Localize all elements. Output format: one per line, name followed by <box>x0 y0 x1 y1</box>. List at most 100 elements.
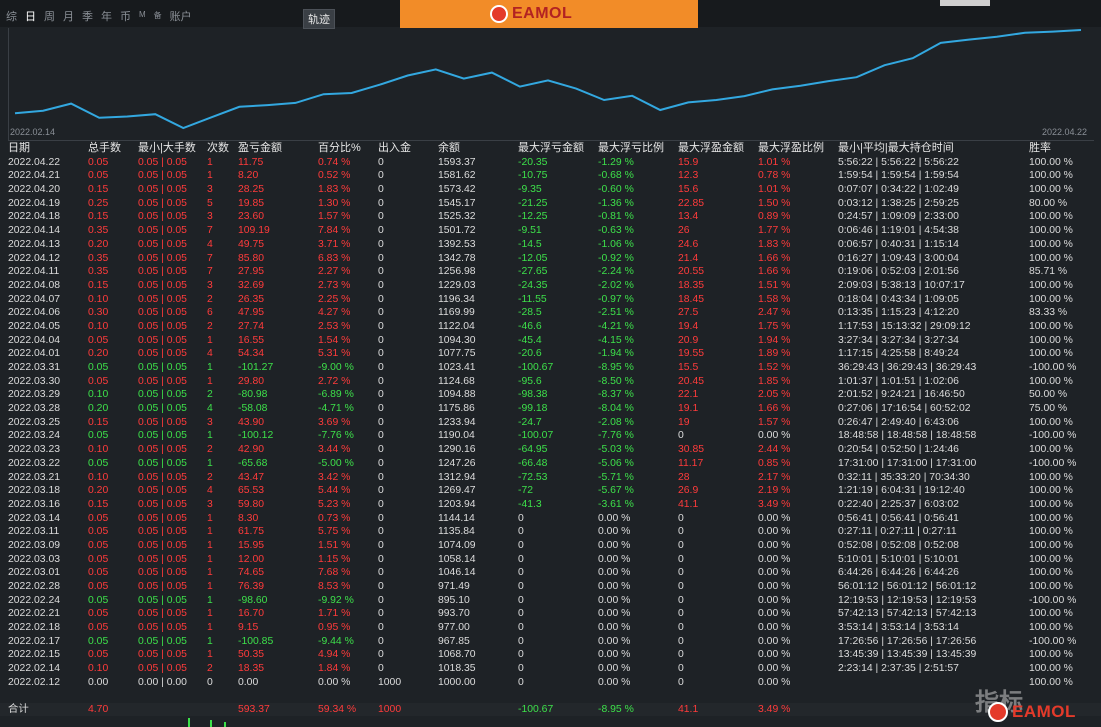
column-header-date[interactable]: 日期 <box>8 142 30 156</box>
table-row[interactable]: 2022.02.14 0.10 0.05 | 0.05 2 18.35 1.84 % 0 10… <box>0 662 1101 676</box>
cell-max-float-gain: 0 <box>678 635 684 647</box>
column-header-max-float-loss-pct[interactable]: 最大浮亏比例 <box>598 142 664 156</box>
period-tab[interactable]: 年 <box>101 8 112 24</box>
cell-max-float-gain-pct: 2.44 % <box>758 444 791 456</box>
cell-pnl: 76.39 <box>238 581 265 592</box>
table-row[interactable]: 2022.04.20 0.15 0.05 | 0.05 3 28.25 1.83 % 0 15… <box>0 183 1101 197</box>
column-header-min-max-lots[interactable]: 最小|大手数 <box>138 142 196 156</box>
table-row[interactable]: 2022.04.06 0.30 0.05 | 0.05 6 47.95 4.27 % 0 11… <box>0 306 1101 320</box>
column-header-max-float-loss[interactable]: 最大浮亏金额 <box>518 142 584 156</box>
period-tab[interactable]: 日 <box>25 8 36 24</box>
table-row[interactable]: 2022.03.23 0.10 0.05 | 0.05 2 42.90 3.44 % 0 12… <box>0 443 1101 457</box>
cell-max-float-gain: 0 <box>678 649 684 661</box>
table-row[interactable]: 2022.04.18 0.15 0.05 | 0.05 3 23.60 1.57 % 0 15… <box>0 210 1101 224</box>
cell-max-float-gain: 18.45 <box>678 293 705 305</box>
table-row[interactable]: 2022.02.17 0.05 0.05 | 0.05 1 -100.85 -9.44 %… <box>0 635 1101 649</box>
column-header-pnl[interactable]: 盈亏金额 <box>238 142 282 156</box>
column-header-balance[interactable]: 余额 <box>438 142 460 156</box>
table-row[interactable]: 2022.04.13 0.20 0.05 | 0.05 4 49.75 3.71 % 0 13… <box>0 238 1101 252</box>
table-row[interactable]: 2022.03.18 0.20 0.05 | 0.05 4 65.53 5.44 % 0 12… <box>0 484 1101 498</box>
cell-max-float-loss: 0 <box>518 539 524 551</box>
cell-percent: 2.27 % <box>318 266 351 278</box>
cell-trade-count: 2 <box>207 389 213 401</box>
cell-pnl: 28.25 <box>238 184 265 196</box>
column-header-win-rate[interactable]: 胜率 <box>1029 142 1051 156</box>
cell-trade-count: 4 <box>207 485 213 497</box>
cell-balance: 1058.14 <box>438 553 476 565</box>
cell-pnl: 12.00 <box>238 553 265 565</box>
track-button[interactable]: 轨迹 <box>303 9 335 29</box>
cell-max-float-gain: 22.85 <box>678 197 705 209</box>
table-row[interactable]: 2022.04.11 0.35 0.05 | 0.05 7 27.95 2.27 % 0 12… <box>0 265 1101 279</box>
period-tab[interactable]: 周 <box>44 8 55 24</box>
cell-balance: 1342.78 <box>438 252 476 264</box>
table-row[interactable]: 2022.03.31 0.05 0.05 | 0.05 1 -101.27 -9.00 %… <box>0 361 1101 375</box>
cell-max-float-gain-pct: 0.78 % <box>758 170 791 182</box>
table-row[interactable]: 2022.04.22 0.05 0.05 | 0.05 1 11.75 0.74 % 0 15… <box>0 156 1101 170</box>
table-row[interactable]: 2022.04.14 0.35 0.05 | 0.05 7 109.19 7.84 % 0 1… <box>0 224 1101 238</box>
cell-max-float-gain-pct: 1.94 % <box>758 334 791 346</box>
table-row[interactable]: 2022.03.01 0.05 0.05 | 0.05 1 74.65 7.68 % 0 10… <box>0 566 1101 580</box>
table-row[interactable]: 2022.03.24 0.05 0.05 | 0.05 1 -100.12 -7.76 %… <box>0 429 1101 443</box>
table-row[interactable]: 2022.03.25 0.15 0.05 | 0.05 3 43.90 3.69 % 0 12… <box>0 416 1101 430</box>
table-row[interactable]: 2022.02.12 0.00 0.00 | 0.00 0 0.00 0.00 % 1000… <box>0 676 1101 690</box>
table-row[interactable]: 2022.03.16 0.15 0.05 | 0.05 3 59.80 5.23 % 0 12… <box>0 498 1101 512</box>
period-tab[interactable]: M <box>139 10 146 24</box>
table-row[interactable]: 2022.03.30 0.05 0.05 | 0.05 1 29.80 2.72 % 0 11… <box>0 375 1101 389</box>
window-control-area[interactable] <box>940 0 990 6</box>
cell-max-float-loss: 0 <box>518 663 524 675</box>
period-tab[interactable]: 账户 <box>170 8 192 24</box>
table-row[interactable]: 2022.03.21 0.10 0.05 | 0.05 2 43.47 3.42 % 0 13… <box>0 471 1101 485</box>
cell-trade-count: 1 <box>207 526 213 538</box>
table-row[interactable]: 2022.03.28 0.20 0.05 | 0.05 4 -58.08 -4.71 % 0… <box>0 402 1101 416</box>
table-row[interactable]: 2022.04.07 0.10 0.05 | 0.05 2 26.35 2.25 % 0 11… <box>0 293 1101 307</box>
cell-win-rate: 100.00 % <box>1029 526 1073 538</box>
table-row[interactable]: 2022.02.21 0.05 0.05 | 0.05 1 16.70 1.71 % 0 99… <box>0 607 1101 621</box>
table-row[interactable]: 2022.04.12 0.35 0.05 | 0.05 7 85.80 6.83 % 0 13… <box>0 252 1101 266</box>
table-row[interactable]: 2022.03.14 0.05 0.05 | 0.05 1 8.30 0.73 % 0 114… <box>0 512 1101 526</box>
cell-percent: 2.73 % <box>318 279 351 291</box>
cell-date: 2022.03.09 <box>8 539 61 551</box>
cell-max-float-gain: 15.9 <box>678 156 699 168</box>
table-row[interactable]: 2022.03.09 0.05 0.05 | 0.05 1 15.95 1.51 % 0 10… <box>0 539 1101 553</box>
column-header-total-lots[interactable]: 总手数 <box>88 142 121 156</box>
table-row[interactable]: 2022.02.15 0.05 0.05 | 0.05 1 50.35 4.94 % 0 10… <box>0 648 1101 662</box>
cell-date: 2022.04.05 <box>8 320 61 332</box>
period-tab[interactable]: 月 <box>63 8 74 24</box>
table-row[interactable]: 2022.04.01 0.20 0.05 | 0.05 4 54.34 5.31 % 0 10… <box>0 347 1101 361</box>
cell-pnl: -100.85 <box>238 635 274 647</box>
cell-hold-time: 0:56:41 | 0:56:41 | 0:56:41 <box>838 512 959 524</box>
cell-percent: -9.92 % <box>318 594 354 606</box>
column-header-max-float-gain[interactable]: 最大浮盈金额 <box>678 142 744 156</box>
table-row[interactable]: 2022.02.24 0.05 0.05 | 0.05 1 -98.60 -9.92 % 0… <box>0 594 1101 608</box>
table-row[interactable]: 2022.02.28 0.05 0.05 | 0.05 1 76.39 8.53 % 0 97… <box>0 580 1101 594</box>
cell-hold-time: 0:26:47 | 2:49:40 | 6:43:06 <box>838 416 959 428</box>
column-header-deposit[interactable]: 出入金 <box>378 142 411 156</box>
period-tab[interactable]: 币 <box>120 8 131 24</box>
table-row[interactable]: 2022.03.22 0.05 0.05 | 0.05 1 -65.68 -5.00 % 0… <box>0 457 1101 471</box>
table-row[interactable]: 2022.04.05 0.10 0.05 | 0.05 2 27.74 2.53 % 0 11… <box>0 320 1101 334</box>
column-header-hold-time[interactable]: 最小|平均|最大持仓时间 <box>838 142 954 156</box>
column-header-percent[interactable]: 百分比% <box>318 142 361 156</box>
table-row[interactable]: 2022.04.21 0.05 0.05 | 0.05 1 8.20 0.52 % 0 158… <box>0 169 1101 183</box>
table-row[interactable]: 2022.03.11 0.05 0.05 | 0.05 1 61.75 5.75 % 0 11… <box>0 525 1101 539</box>
column-header-max-float-gain-pct[interactable]: 最大浮盈比例 <box>758 142 824 156</box>
period-tab[interactable]: 备 <box>154 10 162 24</box>
table-row[interactable]: 2022.04.04 0.05 0.05 | 0.05 1 16.55 1.54 % 0 10… <box>0 334 1101 348</box>
table-row[interactable]: 2022.03.03 0.05 0.05 | 0.05 1 12.00 1.15 % 0 10… <box>0 553 1101 567</box>
table-row[interactable]: 2022.02.18 0.05 0.05 | 0.05 1 9.15 0.95 % 0 977… <box>0 621 1101 635</box>
table-row[interactable]: 2022.04.08 0.15 0.05 | 0.05 3 32.69 2.73 % 0 12… <box>0 279 1101 293</box>
period-tab[interactable]: 季 <box>82 8 93 24</box>
cell-max-float-loss: -14.5 <box>518 238 542 250</box>
cell-max-float-gain-pct: 0.00 % <box>758 567 791 579</box>
cell-balance: 1135.84 <box>438 526 475 538</box>
period-tab[interactable]: 综 <box>6 8 17 24</box>
cell-total-lots: 0.15 <box>88 498 109 510</box>
column-header-trade-count[interactable]: 次数 <box>207 142 229 156</box>
cell-percent: 1.51 % <box>318 539 351 551</box>
table-row[interactable]: 2022.04.19 0.25 0.05 | 0.05 5 19.85 1.30 % 0 15… <box>0 197 1101 211</box>
table-row[interactable]: 2022.03.29 0.10 0.05 | 0.05 2 -80.98 -6.89 % 0… <box>0 388 1101 402</box>
cell-min-max-lots: 0.05 | 0.05 <box>138 403 187 415</box>
cell-max-float-loss-pct: -0.97 % <box>598 293 634 305</box>
total-percent: 59.34 % <box>318 704 357 715</box>
